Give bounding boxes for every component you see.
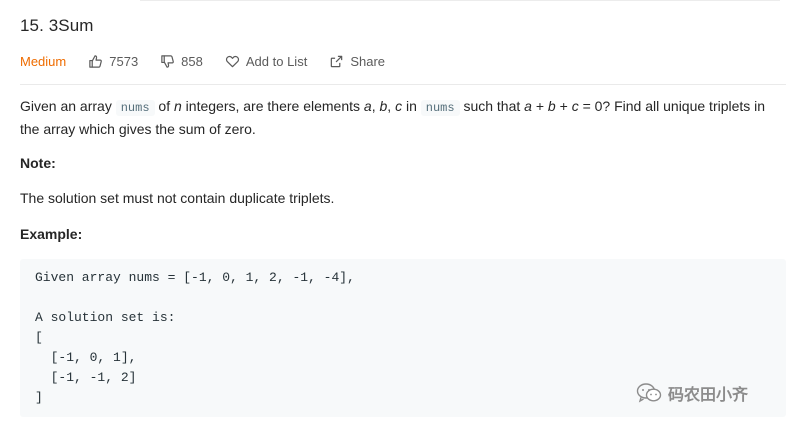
variable-c: c — [395, 98, 403, 114]
variable-a: a — [363, 98, 372, 114]
share-button[interactable]: Share — [329, 54, 385, 69]
code-line: [ — [35, 330, 43, 345]
share-icon — [331, 55, 343, 67]
problem-page: 15. 3Sum Medium 7573 858 Add to List Sha… — [0, 0, 792, 426]
code-line: ] — [35, 390, 43, 405]
inline-code-nums: nums — [420, 100, 460, 116]
code-line: A solution set is: — [35, 310, 176, 325]
code-line: [-1, 0, 1], — [35, 350, 137, 365]
description-text: , — [387, 98, 396, 114]
watermark: 码农田小齐 — [636, 381, 748, 405]
example-heading: Example: — [20, 226, 83, 242]
problem-meta-bar: Medium 7573 858 Add to List Share — [20, 51, 407, 71]
top-divider — [140, 0, 780, 1]
heart-icon — [225, 55, 239, 67]
note-text: The solution set must not contain duplic… — [20, 190, 335, 206]
description-text: in — [402, 98, 421, 114]
dislike-count: 858 — [181, 53, 203, 69]
thumbs-up-icon — [89, 54, 103, 68]
code-line: [-1, -1, 2] — [35, 370, 137, 385]
add-to-list-button[interactable]: Add to List — [225, 54, 307, 69]
like-count: 7573 — [109, 53, 139, 69]
inline-code-nums: nums — [115, 100, 155, 116]
description-text: such that — [459, 98, 525, 114]
description-text: Given an array — [20, 98, 116, 114]
description-text: + — [531, 98, 548, 114]
like-button[interactable]: 7573 — [88, 54, 138, 69]
description-text: integers, are there elements — [181, 98, 364, 114]
difficulty-badge: Medium — [20, 53, 67, 69]
description-text: + — [555, 98, 572, 114]
variable-a: a — [524, 98, 532, 114]
note-heading: Note: — [20, 155, 56, 171]
header-divider — [20, 84, 786, 85]
variable-n: n — [174, 98, 182, 114]
dislike-button[interactable]: 858 — [160, 54, 203, 69]
description-text: of — [154, 98, 174, 114]
thumbs-down-icon — [161, 54, 175, 68]
description-paragraph: Given an array nums of n integers, are t… — [20, 96, 780, 140]
variable-c: c — [571, 98, 579, 114]
share-label: Share — [350, 53, 386, 69]
variable-b: b — [547, 98, 556, 114]
problem-title: 15. 3Sum — [20, 16, 94, 35]
wechat-icon — [636, 383, 662, 403]
add-to-list-label: Add to List — [245, 53, 308, 69]
watermark-text: 码农田小齐 — [668, 387, 749, 404]
code-line: Given array nums = [-1, 0, 1, 2, -1, -4]… — [35, 270, 355, 285]
